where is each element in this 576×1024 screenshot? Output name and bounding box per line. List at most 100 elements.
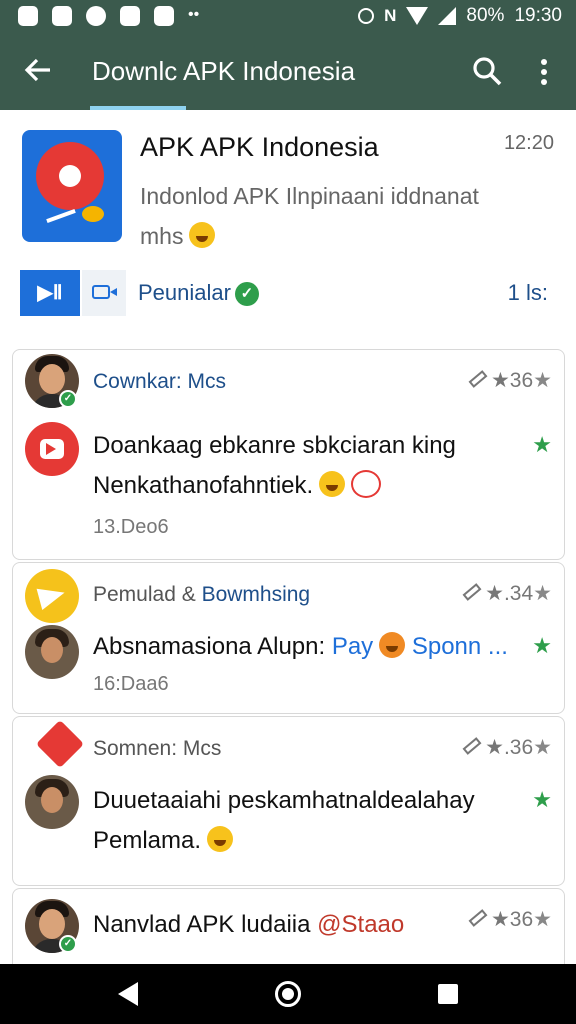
logo-dot: [59, 165, 81, 187]
battery-level: 80%: [466, 5, 505, 26]
post-rating: ★36: [490, 908, 534, 931]
star-icon: ★: [533, 582, 552, 605]
nfc-icon: N: [384, 6, 397, 25]
paper-plane-icon: [36, 582, 68, 610]
online-check-icon: ✓: [59, 390, 77, 408]
grin-emoji-icon: [319, 471, 346, 497]
send-app-icon: [25, 569, 79, 623]
more-notifications: ••: [188, 6, 200, 23]
post-date: 13.Deo6: [93, 516, 169, 538]
post-text: Doankaag ebkanre sbkciaran king Nenkatha…: [93, 426, 456, 506]
post-text-suffix: Sponn ...: [405, 633, 508, 660]
post-text-content: Pemlama.: [93, 827, 202, 854]
edit-icon: [468, 909, 488, 927]
post-meta: ★36★: [468, 907, 552, 932]
post-text-link[interactable]: Pay: [332, 633, 373, 660]
post-text-line-2: Pemlama.: [93, 821, 475, 861]
action-row: ▶Ⅱ Peunialar ✓ 1 ls:: [20, 270, 556, 316]
logo-handle: [46, 208, 76, 224]
update-icon: [120, 6, 140, 26]
avatar[interactable]: [25, 625, 79, 679]
star-icon: ★: [533, 369, 552, 392]
wifi-icon: [406, 7, 429, 25]
status-bar: •• N 80% 19:30: [0, 0, 576, 34]
play-icon: [46, 443, 56, 455]
post-text-content: Nenkathanofahntiek.: [93, 472, 314, 499]
post-text-line-1: Duuetaaiahi peskamhatnaldealahay: [93, 787, 475, 814]
arrow-back-icon[interactable]: [22, 54, 54, 86]
description-text: mhs: [140, 223, 184, 249]
verified-text: Peunialar: [138, 280, 231, 305]
post-text-content: Nanvlad APK ludaiia: [93, 911, 311, 938]
verified-check-icon: ✓: [234, 282, 259, 306]
favorite-star-icon[interactable]: ★: [532, 633, 552, 659]
signal-icon: [438, 7, 457, 25]
avatar-face: [39, 364, 65, 394]
search-icon[interactable]: [470, 54, 504, 88]
system-icons: N 80% 19:30: [358, 5, 562, 27]
system-nav-bar: [0, 964, 576, 1024]
description-line-2: mhs: [140, 216, 510, 256]
post-text-prefix: Absnamasiona Alupn:: [93, 633, 332, 660]
count-label[interactable]: 1 ls:: [508, 280, 548, 306]
sender-prefix: Pemulad &: [93, 583, 202, 606]
app-name: APK APK Indonesia: [140, 132, 379, 162]
sender-link[interactable]: Bowmhsing: [202, 583, 311, 606]
avatar-face: [39, 909, 65, 939]
clock: 19:30: [514, 5, 562, 26]
post-card[interactable]: ✓ Nanvlad APK ludaiia @Staao ★36★: [12, 888, 565, 964]
post-meta: ★36★: [468, 368, 552, 393]
party-emoji-icon: [379, 632, 406, 658]
edit-icon: [462, 583, 482, 601]
more-vert-icon[interactable]: [532, 56, 556, 88]
grin-emoji-icon: [189, 222, 216, 248]
alarm-icon: [358, 8, 375, 24]
app-logo[interactable]: [22, 130, 122, 242]
home-icon: [154, 6, 174, 26]
tag-icon: [35, 719, 85, 769]
favorite-star-icon[interactable]: ★: [532, 432, 552, 458]
play-pause-button[interactable]: ▶Ⅱ: [20, 270, 80, 316]
star-icon: ★: [533, 908, 552, 931]
notification-icons: ••: [18, 6, 199, 26]
camera-lens-icon: [110, 288, 117, 296]
message-icon: [52, 6, 72, 26]
post-text-line-1: Doankaag ebkanre sbkciaran king: [93, 432, 456, 459]
favorite-star-icon[interactable]: ★: [532, 787, 552, 813]
app-time: 12:20: [503, 132, 554, 154]
avatar-face: [41, 787, 63, 813]
post-text: Absnamasiona Alupn: Pay Sponn ...: [93, 627, 508, 667]
app-bar: Downlc APK Indonesia: [0, 34, 576, 110]
star-icon: ★: [533, 736, 552, 759]
page-title: Downlc APK Indonesia: [92, 56, 356, 86]
app-description: Indonlod APK Ilnpinaani iddnanat mhs: [140, 176, 510, 256]
post-text: Duuetaaiahi peskamhatnaldealahay Pemlama…: [93, 781, 475, 861]
edit-icon: [468, 370, 488, 388]
video-button[interactable]: [82, 270, 126, 316]
verified-label[interactable]: Peunialar ✓: [138, 280, 259, 306]
post-card[interactable]: ✓ Cownkar: Mcs ★36★ Doankaag ebkanre sbk…: [12, 349, 565, 560]
avatar[interactable]: [25, 775, 79, 829]
online-check-icon: ✓: [59, 935, 77, 953]
video-app-icon: [25, 422, 79, 476]
post-text-tail: @Staao: [317, 911, 405, 938]
edit-icon: [462, 737, 482, 755]
post-date: 16:Daa6: [93, 673, 169, 695]
camera-icon: [92, 285, 110, 299]
post-sender: Somnen: Mcs: [93, 737, 222, 760]
avatar-face: [41, 637, 63, 663]
post-rating: ★.34: [485, 582, 534, 605]
post-rating: ★.36: [485, 736, 534, 759]
nav-home-icon[interactable]: [275, 981, 301, 1007]
post-meta: ★.36★: [462, 735, 552, 760]
description-line-1: Indonlod APK Ilnpinaani iddnanat: [140, 183, 479, 209]
post-card[interactable]: Pemulad & Bowmhsing ★.34★ Absnamasiona A…: [12, 562, 565, 714]
post-sender: Pemulad & Bowmhsing: [93, 583, 310, 607]
post-sender: Cownkar: Mcs: [93, 370, 227, 393]
post-card[interactable]: Somnen: Mcs ★.36★ Duuetaaiahi peskamhatn…: [12, 716, 565, 886]
nav-back-icon[interactable]: [118, 982, 138, 1006]
logo-coin: [82, 206, 104, 222]
nav-recents-icon[interactable]: [438, 984, 458, 1004]
record-icon: [86, 6, 106, 26]
post-text: Nanvlad APK ludaiia @Staao: [93, 905, 404, 945]
